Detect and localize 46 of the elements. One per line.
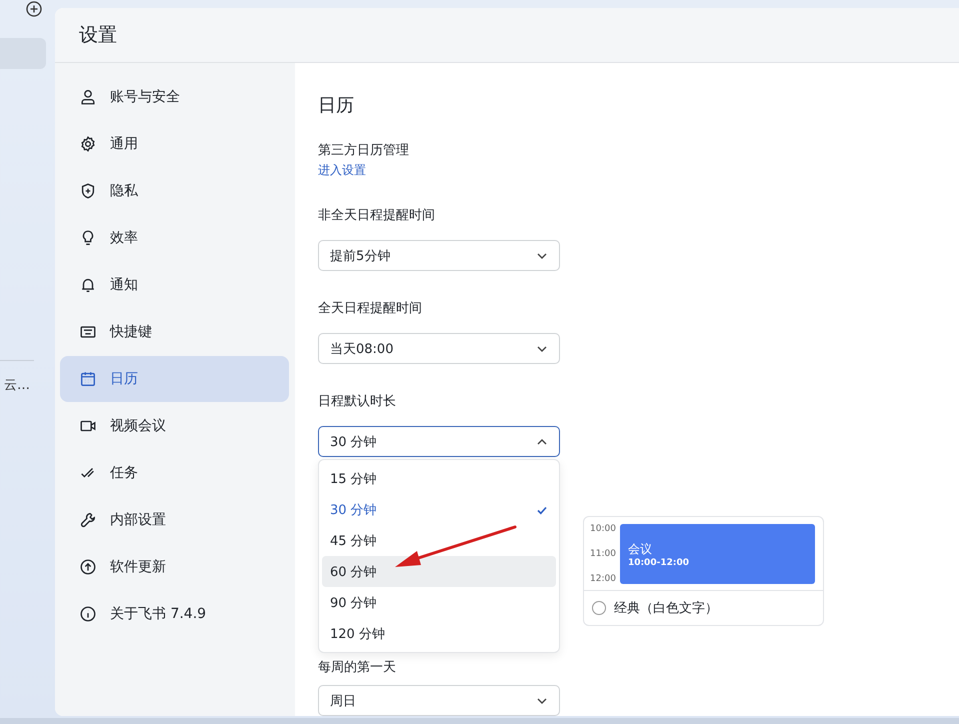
- sidebar-item[interactable]: 内部设置: [60, 497, 289, 543]
- select-field[interactable]: 30 分钟: [318, 426, 560, 457]
- time-label: 12:00: [590, 574, 616, 584]
- dropdown-option[interactable]: 30 分钟: [322, 494, 556, 525]
- person-icon: [79, 88, 97, 106]
- setting-label: 日程默认时长: [318, 393, 396, 410]
- window-title: 设置: [79, 23, 117, 48]
- sidebar-item[interactable]: 效率: [60, 215, 289, 261]
- event-time: 10:00-12:00: [628, 558, 690, 568]
- setting-label: 全天日程提醒时间: [318, 300, 422, 317]
- dropdown-option[interactable]: 120 分钟: [322, 618, 556, 649]
- setting-label: 每周的第一天: [318, 659, 396, 676]
- option-label: 经典（白色文字）: [614, 600, 718, 617]
- wrench-icon: [79, 511, 97, 529]
- add-icon[interactable]: [26, 1, 42, 17]
- settings-link[interactable]: 进入设置: [318, 162, 366, 179]
- dropdown-option[interactable]: 15 分钟: [322, 463, 556, 494]
- calendar-icon: [79, 370, 97, 388]
- sidebar-item[interactable]: 快捷键: [60, 309, 289, 355]
- dropdown-option[interactable]: 60 分钟: [322, 556, 556, 587]
- select-field[interactable]: 周日: [318, 685, 560, 716]
- sidebar-item[interactable]: 任务: [60, 450, 289, 496]
- section-title: 日历: [318, 94, 354, 117]
- sidebar-item[interactable]: 关于飞书 7.4.9: [60, 591, 289, 637]
- list-item-label: 云…: [4, 377, 30, 394]
- radio-button[interactable]: [592, 601, 606, 615]
- sidebar-item[interactable]: 账号与安全: [60, 74, 289, 120]
- sidebar-item[interactable]: 通用: [60, 121, 289, 167]
- select-field[interactable]: 提前5分钟: [318, 240, 560, 271]
- setting-label: 非全天日程提醒时间: [318, 207, 435, 224]
- time-label: 11:00: [590, 549, 616, 559]
- sidebar-item[interactable]: 视频会议: [60, 403, 289, 449]
- dropdown-option[interactable]: 45 分钟: [322, 525, 556, 556]
- sidebar-item[interactable]: 隐私: [60, 168, 289, 214]
- sidebar-item[interactable]: 日历: [60, 356, 289, 402]
- event-title: 会议: [628, 540, 653, 558]
- time-label: 10:00: [590, 524, 616, 534]
- select-field[interactable]: 当天08:00: [318, 333, 560, 364]
- settings-icon: [79, 135, 97, 153]
- setting-label: 第三方日历管理: [318, 142, 409, 159]
- shield-icon: [79, 182, 97, 200]
- dropdown-option[interactable]: 90 分钟: [322, 587, 556, 618]
- info-icon: [79, 605, 97, 623]
- sidebar-item[interactable]: 通知: [60, 262, 289, 308]
- bell-icon: [79, 276, 97, 294]
- sidebar-item[interactable]: 软件更新: [60, 544, 289, 590]
